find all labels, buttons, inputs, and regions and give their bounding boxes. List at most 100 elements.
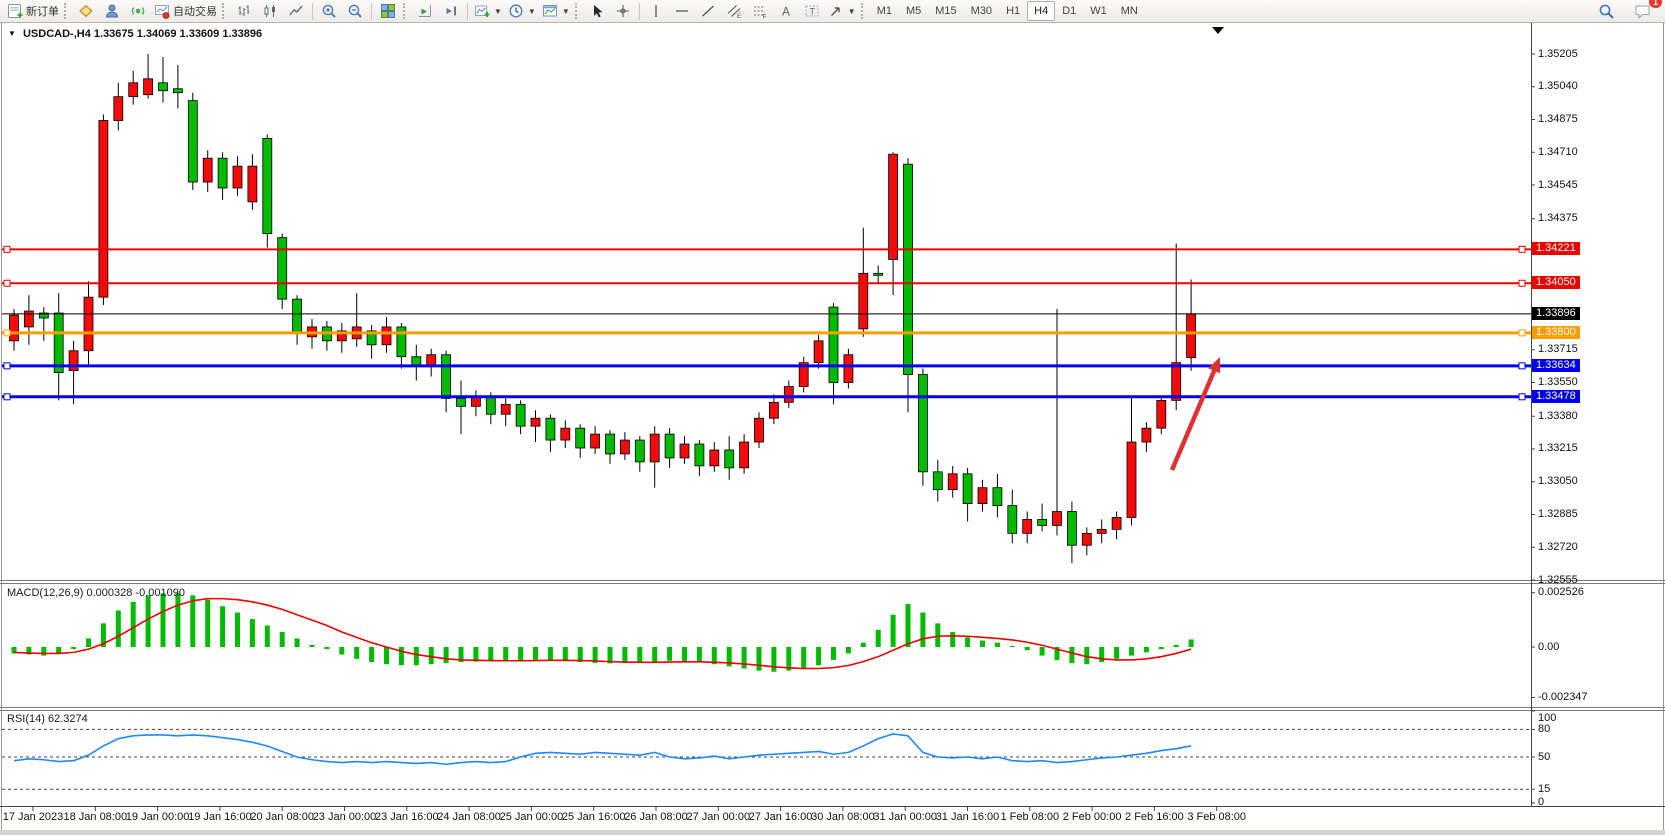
candle-body	[933, 472, 942, 490]
candle-body	[904, 164, 913, 374]
hline-handle[interactable]	[4, 246, 10, 252]
periods-button[interactable]: ▼	[505, 1, 539, 21]
hline-handle[interactable]	[1519, 330, 1525, 336]
cursor-button[interactable]	[584, 1, 610, 21]
candle-body	[874, 273, 883, 275]
data-window-button[interactable]	[99, 1, 125, 21]
candle-body	[486, 396, 495, 414]
timeframe-button-mn[interactable]: MN	[1114, 1, 1145, 21]
timeframe-button-m15[interactable]: M15	[928, 1, 963, 21]
crosshair-button[interactable]	[610, 1, 636, 21]
macd-histogram-bar	[1010, 646, 1015, 647]
macd-histogram-bar	[1040, 647, 1045, 656]
fibonacci-button[interactable]: F	[747, 1, 773, 21]
tile-windows-button[interactable]	[375, 1, 401, 21]
candle-body	[859, 273, 868, 329]
vertical-line-button[interactable]	[643, 1, 669, 21]
arrows-icon	[828, 3, 844, 19]
templates-button[interactable]: ▼	[539, 1, 573, 21]
line-chart-button[interactable]	[283, 1, 309, 21]
candle-body	[769, 402, 778, 418]
candle-body	[561, 428, 570, 440]
macd-histogram-bar	[1189, 639, 1194, 647]
zoom-in-button[interactable]	[316, 1, 342, 21]
candle-body	[144, 79, 153, 95]
macd-histogram-bar	[771, 647, 776, 672]
vertical-line-icon	[648, 3, 664, 19]
candle-body	[173, 89, 182, 93]
macd-histogram-bar	[801, 647, 806, 669]
macd-histogram-bar	[190, 595, 195, 647]
hline-handle[interactable]	[1519, 394, 1525, 400]
timeframe-button-h4[interactable]: H4	[1027, 1, 1055, 21]
autotrading-button[interactable]: 自动交易	[151, 1, 220, 21]
hline-handle[interactable]	[4, 330, 10, 336]
macd-histogram-bar	[473, 647, 478, 662]
timeframe-button-m5[interactable]: M5	[899, 1, 928, 21]
toolbar-separator	[639, 3, 640, 20]
timeframe-button-d1[interactable]: D1	[1055, 1, 1083, 21]
chart-shift-button[interactable]	[438, 1, 464, 21]
trendline-button[interactable]	[695, 1, 721, 21]
svg-text:T: T	[809, 7, 815, 17]
macd-histogram-bar	[622, 647, 627, 663]
search-button[interactable]	[1593, 1, 1619, 21]
bar-chart-button[interactable]	[231, 1, 257, 21]
text-button[interactable]: A	[773, 1, 799, 21]
label-button[interactable]: T	[799, 1, 825, 21]
candle-body	[1157, 400, 1166, 428]
candle-body	[844, 355, 853, 383]
dropdown-caret-icon: ▼	[848, 7, 856, 16]
signals-button[interactable]	[125, 1, 151, 21]
community-button[interactable]: 1	[1629, 1, 1655, 21]
candle-body	[1067, 512, 1076, 546]
candlestick-chart-icon	[262, 3, 278, 19]
macd-histogram-bar	[861, 643, 866, 647]
new-order-button[interactable]: 新订单	[4, 1, 62, 21]
add-indicator-icon	[474, 3, 490, 19]
macd-histogram-bar	[161, 593, 166, 647]
macd-histogram-bar	[175, 593, 180, 647]
candle-body	[650, 434, 659, 462]
collapse-triangle-icon[interactable]: ▼	[8, 29, 16, 38]
macd-histogram-bar	[995, 643, 1000, 647]
dropdown-caret-icon: ▼	[494, 7, 502, 16]
chart-window[interactable]: ▼ USDCAD-,H4 1.33675 1.34069 1.33609 1.3…	[0, 23, 1665, 835]
market-watch-button[interactable]	[73, 1, 99, 21]
candle-body	[531, 418, 540, 426]
template-icon	[542, 3, 558, 19]
candle-body	[620, 440, 629, 454]
timeframe-button-h1[interactable]: H1	[999, 1, 1027, 21]
gold-icon	[78, 3, 94, 19]
candle-body	[1142, 428, 1151, 442]
equidistant-channel-button[interactable]: E	[721, 1, 747, 21]
timeframe-button-m30[interactable]: M30	[964, 1, 999, 21]
signal-icon	[130, 3, 146, 19]
candle-body	[203, 158, 212, 182]
horizontal-line-button[interactable]	[669, 1, 695, 21]
chart-canvas[interactable]	[0, 23, 1665, 835]
macd-histogram-bar	[369, 647, 374, 662]
candle-body	[10, 315, 19, 341]
timeframe-button-w1[interactable]: W1	[1083, 1, 1114, 21]
hline-handle[interactable]	[4, 280, 10, 286]
hline-handle[interactable]	[4, 394, 10, 400]
hline-handle[interactable]	[1519, 280, 1525, 286]
bottom-strip	[0, 830, 1665, 835]
timeframe-button-m1[interactable]: M1	[870, 1, 899, 21]
macd-histogram-bar	[1025, 647, 1030, 650]
tile-windows-icon	[380, 3, 396, 19]
candlestick-chart-button[interactable]	[257, 1, 283, 21]
channel-icon: E	[726, 3, 742, 19]
toolbar-grip	[403, 3, 408, 19]
hline-handle[interactable]	[1519, 246, 1525, 252]
auto-scroll-button[interactable]	[412, 1, 438, 21]
macd-histogram-bar	[667, 647, 672, 661]
hline-handle[interactable]	[1519, 363, 1525, 369]
hline-handle[interactable]	[4, 363, 10, 369]
toolbar-grip	[222, 3, 227, 19]
indicators-button[interactable]: ▼	[471, 1, 505, 21]
autotrading-label: 自动交易	[173, 3, 217, 19]
zoom-out-button[interactable]	[342, 1, 368, 21]
arrows-button[interactable]: ▼	[825, 1, 859, 21]
